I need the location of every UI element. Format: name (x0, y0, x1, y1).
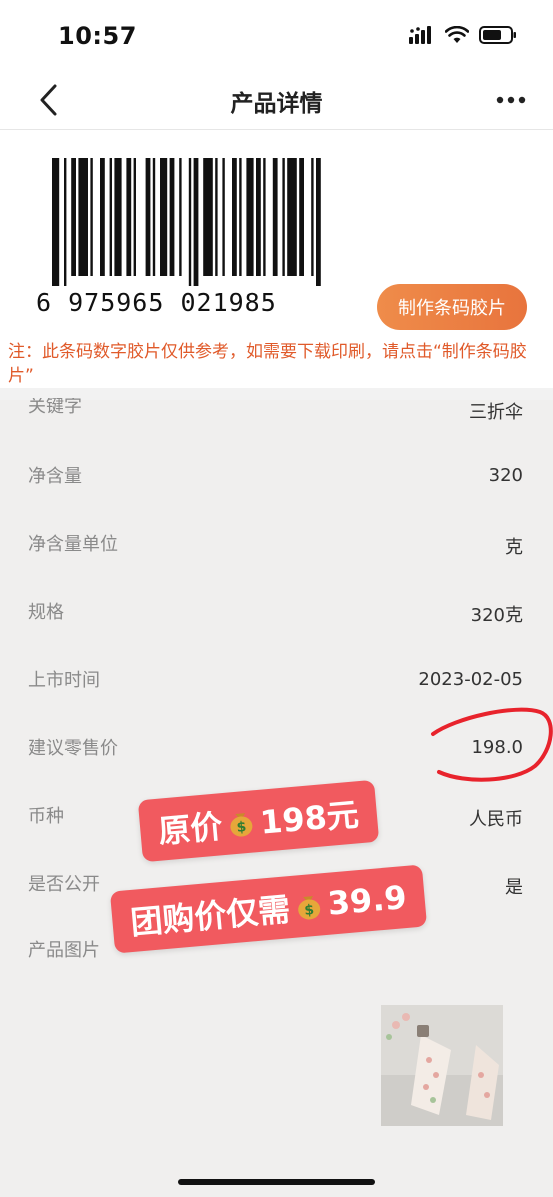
attr-label: 规格 (28, 602, 64, 623)
barcode-note: 注：此条码数字胶片仅供参考，如需要下载印刷，请点击“制作条码胶片” (8, 342, 527, 386)
attr-value: 人民币 (469, 809, 523, 830)
barcode-bar (114, 158, 122, 276)
barcode-bar (246, 158, 254, 276)
barcode-bar (169, 158, 175, 276)
status-time: 10:57 (58, 22, 137, 50)
home-indicator[interactable] (178, 1179, 375, 1185)
group-price-value: 39.9 (326, 878, 409, 923)
attr-row-product-image: 产品图片 (0, 936, 553, 976)
svg-text:$: $ (236, 819, 247, 836)
more-dots-icon (496, 96, 526, 104)
barcode-bar (193, 158, 199, 286)
barcode-bar (203, 158, 213, 276)
barcode-bar (287, 158, 297, 276)
attr-value: 320克 (470, 605, 523, 626)
barcode-bar (222, 158, 225, 276)
barcode-number: 6 975965 021985 (36, 288, 277, 317)
barcode-bar (239, 158, 242, 276)
attr-row-keyword: 关键字 三折伞 (0, 398, 553, 426)
barcode-card: 6 975965 021985 制作条码胶片 注：此条码数字胶片仅供参考，如需要… (0, 130, 553, 388)
signal-icon (409, 26, 431, 44)
money-bag-icon: $ (298, 896, 321, 920)
battery-icon (479, 26, 516, 44)
barcode-bar (78, 158, 88, 276)
make-barcode-film-button[interactable]: 制作条码胶片 (377, 284, 527, 330)
barcode-bar (52, 158, 60, 286)
attr-label: 关键字 (28, 398, 82, 417)
more-button[interactable] (491, 80, 531, 120)
attr-label: 上市时间 (28, 670, 100, 691)
nav-bar: 产品详情 (0, 70, 553, 130)
group-price-prefix: 团购价仅需 (129, 890, 292, 942)
barcode-bar (90, 158, 93, 276)
attr-label: 产品图片 (28, 940, 100, 961)
wifi-icon (445, 26, 469, 43)
barcode-bar (109, 158, 112, 276)
price-highlight-circle (431, 707, 553, 782)
page-title: 产品详情 (230, 91, 323, 117)
barcode-bar (263, 158, 266, 276)
barcode-bar (188, 158, 192, 286)
attr-label: 是否公开 (28, 874, 100, 895)
barcode-bar (256, 158, 261, 276)
barcode-bar (133, 158, 136, 276)
barcode-bar (215, 158, 218, 276)
attr-row-spec: 规格 320克 (0, 598, 553, 638)
status-icons (409, 26, 517, 44)
barcode-bar (311, 158, 314, 276)
barcode-bar (152, 158, 156, 276)
attr-value: 2023-02-05 (418, 669, 523, 690)
svg-text:$: $ (304, 902, 315, 919)
barcode-bar (282, 158, 285, 276)
original-price-value: 198元 (258, 795, 361, 842)
attr-value: 克 (505, 537, 523, 558)
attr-value: 320 (488, 465, 523, 486)
attr-row-net-content: 净含量 320 (0, 462, 553, 502)
barcode-bar (71, 158, 76, 276)
attr-label: 建议零售价 (28, 738, 118, 759)
attr-value: 是 (505, 877, 523, 898)
home-indicator-area (0, 1146, 553, 1197)
attr-label: 币种 (28, 806, 64, 827)
barcode-bar (100, 158, 105, 276)
attr-value: 三折伞 (469, 402, 523, 423)
barcode-bar (160, 158, 168, 276)
barcode-bar (299, 158, 304, 276)
barcode-bar (126, 158, 132, 276)
attr-label: 净含量单位 (28, 534, 118, 555)
barcode-bar (232, 158, 237, 276)
original-price-prefix: 原价 (156, 807, 224, 851)
barcode-bar (179, 158, 182, 276)
barcode-bar (316, 158, 321, 286)
barcode-image (52, 158, 321, 286)
product-photo[interactable] (381, 1005, 503, 1126)
barcode-bar (145, 158, 151, 276)
status-bar: 10:57 (0, 0, 553, 70)
attr-row-net-unit: 净含量单位 克 (0, 530, 553, 570)
barcode-bar (64, 158, 67, 286)
attr-label: 净含量 (28, 466, 82, 487)
barcode-bar (272, 158, 278, 276)
money-bag-icon: $ (230, 813, 253, 837)
